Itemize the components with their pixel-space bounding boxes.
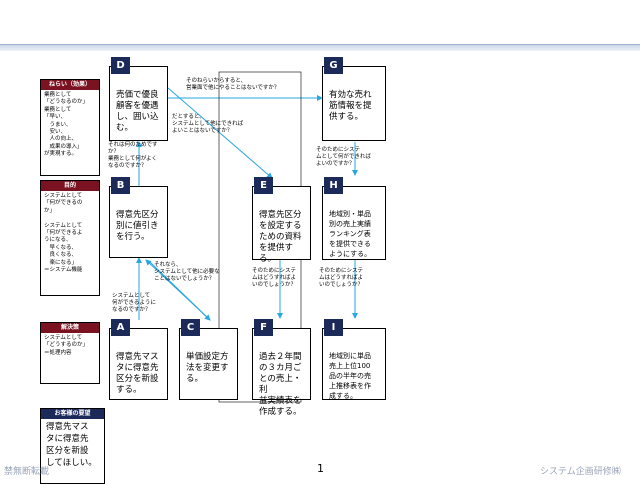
note-g-to-h: そのためにシステ ムとして何ができれば よいのですか？ — [316, 147, 371, 167]
node-a-box: 得意先マス タに得意先 区分を新設 する。 — [109, 328, 168, 400]
node-e-text: 得意先区分 を設定する ための資料 を提供す る。 — [259, 210, 302, 264]
node-i-box: 地域別に単品 売上上位100 品の半年の売 上推移表を作 成する。 — [322, 328, 386, 400]
node-d-text: 売価で優良 顧客を優遇 し、囲い込 む。 — [116, 90, 159, 133]
node-b-tag: B — [111, 177, 130, 194]
note-d-to-g: そのねらいからすると、 営業面で他にやることはないですか？ — [186, 78, 280, 91]
node-e-tag: E — [254, 177, 273, 194]
node-i-text: 地域別に単品 売上上位100 品の半年の売 上推移表を作 成する。 — [329, 352, 371, 400]
node-g-tag: G — [324, 57, 343, 74]
node-a-tag: A — [111, 319, 130, 336]
node-a-text: 得意先マス タに得意先 区分を新設 する。 — [116, 352, 159, 395]
node-i-tag: I — [324, 319, 343, 336]
note-h-to-i: そのためにシステ ムはどうすればよ いのでしょうか？ — [319, 268, 364, 288]
node-b-box: 得意先区分 別に値引き を行う。 — [109, 186, 168, 258]
node-f-text: 過去２年間 の３カ月ご との売上・利 益実績表を 作成する。 — [259, 352, 302, 417]
customer-request-title: お客様の要望 — [41, 409, 104, 419]
footer-left: 禁無断転載 — [4, 467, 50, 477]
node-d-box: 売価で優良 顧客を優遇 し、囲い込 む。 — [109, 66, 168, 141]
note-b-to-c: それなら、 システムとして他に必要な ことはないでしょうか？ — [154, 262, 220, 282]
note-e-to-f: そのためにシステ ムはどうすればよ いのでしょうか？ — [252, 268, 297, 288]
node-d-tag: D — [111, 57, 130, 74]
node-f-tag: F — [254, 319, 273, 336]
footer-right: システム企画研修㈱ — [540, 467, 621, 477]
note-d-to-e: だとすると、 システムとして他にできれば よいことはないですか？ — [172, 114, 244, 134]
customer-request: お客様の要望 得意先マス タに得意先 区分を新設 してほしい。 — [40, 408, 105, 484]
page-number: 1 — [317, 462, 324, 475]
node-f-box: 過去２年間 の３カ月ご との売上・利 益実績表を 作成する。 — [252, 328, 311, 417]
node-c-tag: C — [181, 319, 200, 336]
node-c-text: 単価設定方 法を変更す る。 — [186, 352, 229, 384]
note-a-to-b: システムとして 何ができるように なるのですか？ — [112, 293, 156, 313]
node-h-tag: H — [324, 177, 343, 194]
node-c-box: 単価設定方 法を変更す る。 — [179, 328, 238, 400]
customer-request-body: 得意先マス タに得意先 区分を新設 してほしい。 — [46, 422, 97, 468]
node-h-box: 地域別・単品 別の売上実績 ランキング表 を提供できる ようにする。 — [322, 186, 386, 260]
node-e-box: 得意先区分 を設定する ための資料 を提供す る。 — [252, 186, 311, 264]
node-g-text: 有効な売れ 筋情報を提 供する。 — [329, 90, 372, 122]
node-b-text: 得意先区分 別に値引き を行う。 — [116, 210, 159, 242]
node-g-box: 有効な売れ 筋情報を提 供する。 — [322, 66, 386, 141]
note-b-to-d: それは何のためです か？ 業務として何がよく なるのですか？ — [108, 142, 158, 169]
node-h-text: 地域別・単品 別の売上実績 ランキング表 を提供できる ようにする。 — [329, 210, 372, 258]
